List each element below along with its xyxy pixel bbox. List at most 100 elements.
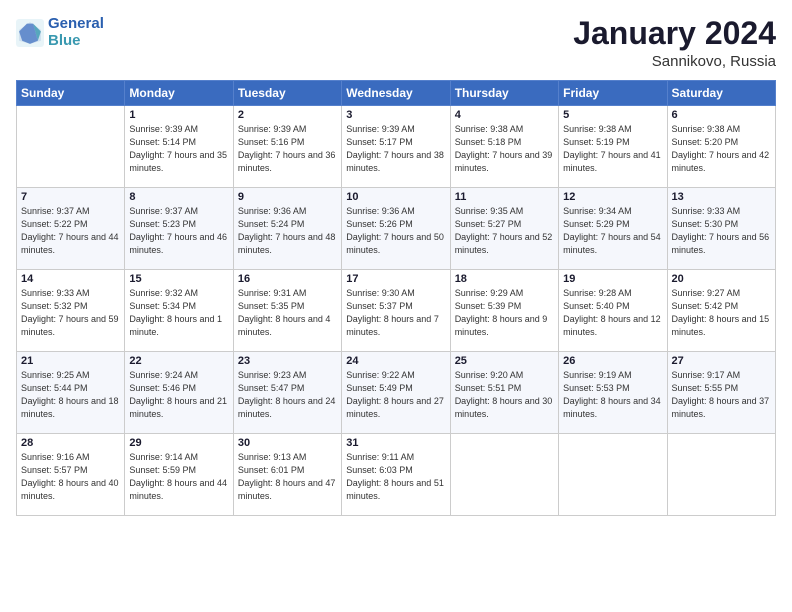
day-number: 8 [129,191,228,203]
day-info: Sunrise: 9:35 AMSunset: 5:27 PMDaylight:… [455,205,554,257]
day-number: 10 [346,191,445,203]
title-block: January 2024 Sannikovo, Russia [573,16,776,70]
day-number: 11 [455,191,554,203]
calendar-cell: 16 Sunrise: 9:31 AMSunset: 5:35 PMDayligh… [233,270,341,352]
calendar-cell: 27Sunrise: 9:17 AMSunset: 5:55 PMDayligh… [667,352,775,434]
calendar-cell [450,434,558,516]
weekday-header-sunday: Sunday [17,81,125,106]
day-info: Sunrise: 9:27 AMSunset: 5:42 PMDaylight:… [672,287,771,339]
day-info: Sunrise: 9:11 AMSunset: 6:03 PMDaylight:… [346,451,445,503]
day-info: Sunrise: 9:36 AMSunset: 5:24 PMDaylight:… [238,205,337,257]
day-number: 9 [238,191,337,203]
day-number: 16 [238,273,337,285]
month-title: January 2024 [573,16,776,51]
calendar-cell: 29Sunrise: 9:14 AMSunset: 5:59 PMDayligh… [125,434,233,516]
week-row-5: 28 Sunrise: 9:16 AMSunset: 5:57 PMDayligh… [17,434,776,516]
calendar-cell: 10 Sunrise: 9:36 AMSunset: 5:26 PMDayligh… [342,188,450,270]
calendar-cell: 24 Sunrise: 9:22 AMSunset: 5:49 PMDayligh… [342,352,450,434]
week-row-1: 1Sunrise: 9:39 AMSunset: 5:14 PMDaylight… [17,106,776,188]
calendar-cell [17,106,125,188]
weekday-header-wednesday: Wednesday [342,81,450,106]
weekday-header-friday: Friday [559,81,667,106]
day-info: Sunrise: 9:16 AMSunset: 5:57 PMDaylight:… [21,451,120,503]
calendar-cell: 5 Sunrise: 9:38 AMSunset: 5:19 PMDaylight… [559,106,667,188]
day-info: Sunrise: 9:33 AMSunset: 5:32 PMDaylight:… [21,287,120,339]
day-info: Sunrise: 9:14 AMSunset: 5:59 PMDaylight:… [129,451,228,503]
day-number: 5 [563,109,662,121]
day-info: Sunrise: 9:19 AMSunset: 5:53 PMDaylight:… [563,369,662,421]
day-number: 26 [563,355,662,367]
calendar-cell: 3 Sunrise: 9:39 AMSunset: 5:17 PMDaylight… [342,106,450,188]
logo-icon [16,19,44,47]
day-number: 14 [21,273,120,285]
page-container: General Blue January 2024 Sannikovo, Rus… [0,0,792,524]
calendar-cell: 12 Sunrise: 9:34 AMSunset: 5:29 PMDayligh… [559,188,667,270]
day-info: Sunrise: 9:24 AMSunset: 5:46 PMDaylight:… [129,369,228,421]
day-info: Sunrise: 9:32 AMSunset: 5:34 PMDaylight:… [129,287,228,339]
calendar-cell: 25Sunrise: 9:20 AMSunset: 5:51 PMDayligh… [450,352,558,434]
day-number: 17 [346,273,445,285]
calendar-cell: 28 Sunrise: 9:16 AMSunset: 5:57 PMDayligh… [17,434,125,516]
day-number: 23 [238,355,337,367]
calendar-cell: 18 Sunrise: 9:29 AMSunset: 5:39 PMDayligh… [450,270,558,352]
day-number: 21 [21,355,120,367]
day-info: Sunrise: 9:25 AMSunset: 5:44 PMDaylight:… [21,369,120,421]
weekday-header-tuesday: Tuesday [233,81,341,106]
day-number: 6 [672,109,771,121]
day-number: 4 [455,109,554,121]
day-number: 22 [129,355,228,367]
day-number: 31 [346,437,445,449]
day-number: 28 [21,437,120,449]
day-info: Sunrise: 9:30 AMSunset: 5:37 PMDaylight:… [346,287,445,339]
logo: General Blue [16,16,104,49]
logo-text: General Blue [48,16,104,49]
calendar-cell: 1Sunrise: 9:39 AMSunset: 5:14 PMDaylight… [125,106,233,188]
calendar-cell: 22 Sunrise: 9:24 AMSunset: 5:46 PMDayligh… [125,352,233,434]
day-info: Sunrise: 9:38 AMSunset: 5:18 PMDaylight:… [455,123,554,175]
calendar-cell: 9 Sunrise: 9:36 AMSunset: 5:24 PMDaylight… [233,188,341,270]
day-number: 7 [21,191,120,203]
calendar-cell: 30Sunrise: 9:13 AMSunset: 6:01 PMDayligh… [233,434,341,516]
calendar-cell: 26 Sunrise: 9:19 AMSunset: 5:53 PMDayligh… [559,352,667,434]
calendar-cell: 19 Sunrise: 9:28 AMSunset: 5:40 PMDayligh… [559,270,667,352]
day-info: Sunrise: 9:36 AMSunset: 5:26 PMDaylight:… [346,205,445,257]
calendar-cell: 8Sunrise: 9:37 AMSunset: 5:23 PMDaylight… [125,188,233,270]
day-info: Sunrise: 9:29 AMSunset: 5:39 PMDaylight:… [455,287,554,339]
day-number: 1 [129,109,228,121]
calendar-cell: 11 Sunrise: 9:35 AMSunset: 5:27 PMDayligh… [450,188,558,270]
calendar-table: SundayMondayTuesdayWednesdayThursdayFrid… [16,80,776,516]
day-number: 19 [563,273,662,285]
week-row-2: 7Sunrise: 9:37 AMSunset: 5:22 PMDaylight… [17,188,776,270]
day-number: 12 [563,191,662,203]
weekday-header-row: SundayMondayTuesdayWednesdayThursdayFrid… [17,81,776,106]
calendar-cell: 7Sunrise: 9:37 AMSunset: 5:22 PMDaylight… [17,188,125,270]
calendar-cell: 15 Sunrise: 9:32 AMSunset: 5:34 PMDayligh… [125,270,233,352]
day-info: Sunrise: 9:28 AMSunset: 5:40 PMDaylight:… [563,287,662,339]
day-number: 13 [672,191,771,203]
calendar-cell: 20 Sunrise: 9:27 AMSunset: 5:42 PMDayligh… [667,270,775,352]
day-info: Sunrise: 9:31 AMSunset: 5:35 PMDaylight:… [238,287,337,339]
day-number: 24 [346,355,445,367]
day-number: 30 [238,437,337,449]
day-number: 2 [238,109,337,121]
day-number: 18 [455,273,554,285]
header: General Blue January 2024 Sannikovo, Rus… [16,16,776,70]
day-info: Sunrise: 9:39 AMSunset: 5:17 PMDaylight:… [346,123,445,175]
day-number: 3 [346,109,445,121]
day-info: Sunrise: 9:38 AMSunset: 5:20 PMDaylight:… [672,123,771,175]
calendar-cell [559,434,667,516]
day-number: 15 [129,273,228,285]
day-info: Sunrise: 9:33 AMSunset: 5:30 PMDaylight:… [672,205,771,257]
day-info: Sunrise: 9:22 AMSunset: 5:49 PMDaylight:… [346,369,445,421]
week-row-3: 14 Sunrise: 9:33 AMSunset: 5:32 PMDayligh… [17,270,776,352]
day-number: 20 [672,273,771,285]
calendar-cell [667,434,775,516]
day-info: Sunrise: 9:20 AMSunset: 5:51 PMDaylight:… [455,369,554,421]
day-info: Sunrise: 9:17 AMSunset: 5:55 PMDaylight:… [672,369,771,421]
day-info: Sunrise: 9:38 AMSunset: 5:19 PMDaylight:… [563,123,662,175]
calendar-cell: 21 Sunrise: 9:25 AMSunset: 5:44 PMDayligh… [17,352,125,434]
day-info: Sunrise: 9:34 AMSunset: 5:29 PMDaylight:… [563,205,662,257]
calendar-cell: 13 Sunrise: 9:33 AMSunset: 5:30 PMDayligh… [667,188,775,270]
day-info: Sunrise: 9:23 AMSunset: 5:47 PMDaylight:… [238,369,337,421]
weekday-header-monday: Monday [125,81,233,106]
